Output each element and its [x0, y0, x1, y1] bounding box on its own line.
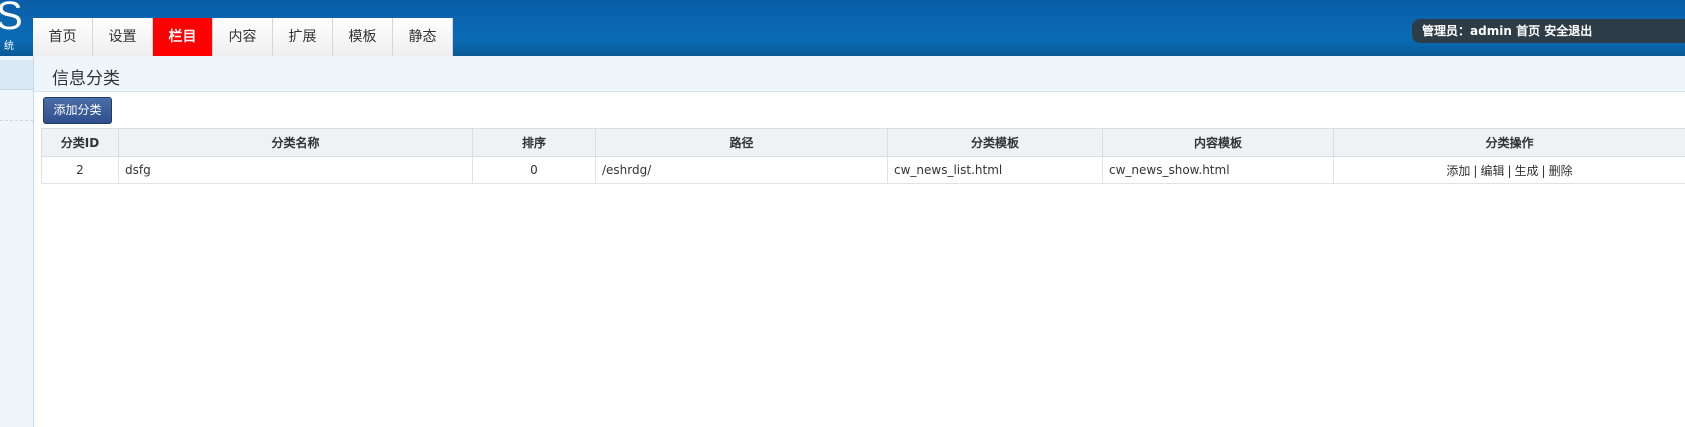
logo: S 统 — [0, 0, 33, 56]
sidebar — [0, 56, 34, 427]
tab-home[interactable]: 首页 — [33, 18, 93, 56]
op-separator: | — [1507, 163, 1512, 178]
category-table: 分类ID 分类名称 排序 路径 分类模板 内容模板 分类操作 2 dsfg 0 … — [41, 128, 1685, 184]
col-header-order: 排序 — [472, 128, 596, 157]
col-header-list-template: 分类模板 — [887, 128, 1103, 157]
top-bar: S 统 首页 设置 栏目 内容 扩展 模板 静态 管理员：admin 首页 安全… — [0, 0, 1685, 56]
cell-id: 2 — [41, 156, 119, 184]
op-edit-link[interactable]: 编辑 — [1480, 164, 1504, 178]
op-separator: | — [1541, 163, 1546, 178]
op-delete-link[interactable]: 删除 — [1549, 164, 1573, 178]
sidebar-divider — [0, 120, 33, 121]
tab-templates[interactable]: 模板 — [333, 18, 393, 56]
home-link[interactable]: 首页 — [1516, 24, 1540, 38]
cell-order: 0 — [472, 156, 596, 184]
col-header-content-template: 内容模板 — [1102, 128, 1334, 157]
op-separator: | — [1473, 163, 1478, 178]
user-bar: 管理员：admin 首页 安全退出 — [1412, 19, 1685, 43]
logo-subtitle: 统 — [4, 41, 14, 52]
page-header: 信息分类 — [34, 56, 1685, 92]
add-category-button[interactable]: 添加分类 — [43, 97, 112, 124]
cell-name: dsfg — [118, 156, 473, 184]
tab-static[interactable]: 静态 — [393, 18, 453, 56]
table-header-row: 分类ID 分类名称 排序 路径 分类模板 内容模板 分类操作 — [41, 128, 1685, 157]
tab-content[interactable]: 内容 — [213, 18, 273, 56]
logout-link[interactable]: 安全退出 — [1544, 24, 1592, 38]
tab-columns[interactable]: 栏目 — [153, 18, 213, 56]
cell-list-template: cw_news_list.html — [887, 156, 1103, 184]
admin-name: admin — [1470, 24, 1512, 38]
tab-settings[interactable]: 设置 — [93, 18, 153, 56]
op-add-link[interactable]: 添加 — [1446, 164, 1470, 178]
col-header-name: 分类名称 — [118, 128, 473, 157]
cell-path: /eshrdg/ — [595, 156, 888, 184]
cell-operations: 添加 | 编辑 | 生成 | 删除 — [1333, 156, 1685, 184]
sidebar-item[interactable] — [0, 60, 33, 90]
page-title: 信息分类 — [52, 69, 120, 89]
tab-extensions[interactable]: 扩展 — [273, 18, 333, 56]
col-header-id: 分类ID — [41, 128, 119, 157]
logo-letter: S — [0, 0, 23, 38]
table-row: 2 dsfg 0 /eshrdg/ cw_news_list.html cw_n… — [41, 156, 1685, 184]
main-nav: 首页 设置 栏目 内容 扩展 模板 静态 — [33, 18, 453, 56]
admin-label: 管理员： — [1422, 24, 1471, 38]
col-header-operations: 分类操作 — [1333, 128, 1685, 157]
op-generate-link[interactable]: 生成 — [1515, 164, 1539, 178]
col-header-path: 路径 — [595, 128, 888, 157]
cell-content-template: cw_news_show.html — [1102, 156, 1334, 184]
